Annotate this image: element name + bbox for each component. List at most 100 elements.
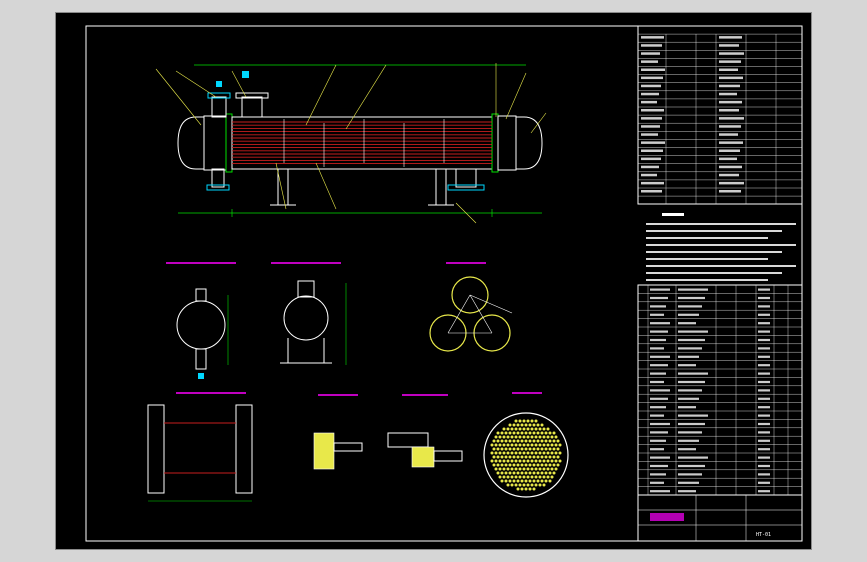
tube-hole: [498, 475, 502, 479]
parts-cell: [650, 364, 668, 367]
tube-hole: [508, 471, 512, 475]
tube-hole: [492, 455, 496, 459]
data-table-cell: [719, 117, 744, 120]
parts-cell: [758, 364, 770, 367]
tube-hole: [504, 471, 508, 475]
tube-hole: [506, 459, 510, 463]
baffles: [283, 119, 445, 167]
parts-cell: [678, 422, 705, 426]
data-table-cell: [641, 68, 665, 71]
tube-hole: [540, 447, 544, 451]
tube-hole: [508, 463, 512, 467]
tube-hole: [516, 439, 520, 443]
data-table-cell: [719, 173, 739, 177]
tube-hole: [514, 467, 518, 471]
tube-hole: [506, 443, 510, 447]
tube-hole: [522, 459, 526, 463]
tube-hole: [524, 431, 528, 435]
tube-hole: [508, 439, 512, 443]
tube-hole: [538, 435, 542, 439]
tube-hole: [544, 471, 548, 475]
tube-hole: [490, 443, 494, 447]
tube-hole: [526, 483, 530, 487]
technical-notes: [646, 213, 796, 281]
data-table-cell: [641, 76, 663, 80]
tube-hole: [544, 439, 548, 443]
tube-hole: [542, 459, 546, 463]
tube-hole: [542, 435, 546, 439]
tube-hole: [528, 471, 532, 475]
data-table-cell: [719, 181, 744, 185]
tube-hole: [540, 439, 544, 443]
data-table-cell: [641, 165, 659, 169]
parts-cell: [758, 448, 770, 451]
tube-hole: [512, 447, 516, 451]
tube-hole: [546, 435, 550, 439]
tube-hole: [542, 443, 546, 447]
data-table-grid: [638, 33, 802, 204]
tube-hole: [516, 455, 520, 459]
parts-cell: [650, 406, 666, 409]
parts-cell: [650, 397, 668, 400]
data-table-cell: [641, 109, 664, 112]
tube-hole: [550, 475, 554, 479]
tube-hole: [528, 487, 532, 491]
tube-hole: [512, 479, 516, 483]
tube-hole: [542, 427, 546, 431]
parts-cell: [650, 456, 670, 459]
tube-hole: [506, 451, 510, 455]
tube-hole: [556, 455, 560, 459]
parts-cell: [758, 431, 770, 434]
data-table-cell: [641, 84, 661, 88]
tube-hole: [504, 463, 508, 467]
parts-cell: [650, 389, 670, 392]
tube-hole: [548, 447, 552, 451]
tube-hole: [522, 451, 526, 455]
tube-hole: [502, 451, 506, 455]
tube-hole: [536, 463, 540, 467]
data-table-cell: [719, 76, 743, 80]
tube-hole: [546, 451, 550, 455]
tube-hole: [530, 475, 534, 479]
tube-pitch-lines: [447, 294, 513, 334]
data-table-cell: [719, 92, 737, 96]
tube-hole: [506, 483, 510, 487]
tube-hole: [504, 439, 508, 443]
parts-cell: [678, 364, 696, 367]
tube-hole: [552, 447, 556, 451]
tube-hole: [516, 431, 520, 435]
tube-hole: [514, 459, 518, 463]
tube-hole: [550, 443, 554, 447]
title-block-name: [650, 513, 684, 521]
tube-hole: [500, 471, 504, 475]
data-table-cell: [719, 141, 743, 144]
tube-hole: [540, 479, 544, 483]
tubesheet-detail: [483, 392, 569, 498]
tube-hole: [500, 479, 504, 483]
parts-cell: [678, 380, 705, 384]
tube-hole: [532, 463, 536, 467]
tube-hole: [498, 451, 502, 455]
tube-hole: [514, 443, 518, 447]
parts-cell: [758, 330, 770, 333]
tube-hole: [518, 483, 522, 487]
tube-hole: [520, 439, 524, 443]
parts-list-grid: [638, 285, 802, 496]
parts-cell: [678, 288, 708, 291]
tube-hole: [550, 451, 554, 455]
parts-cell: [678, 490, 696, 493]
tube-hole: [520, 423, 524, 427]
parts-cell: [678, 439, 699, 442]
parts-cell: [678, 347, 702, 350]
tube-hole: [510, 467, 514, 471]
section-b-nozzle: [297, 280, 315, 298]
cad-viewport[interactable]: HT-01: [55, 12, 812, 550]
tube-hole: [522, 475, 526, 479]
right-tubesheet: [491, 113, 499, 173]
tube-hole: [550, 435, 554, 439]
tube-hole: [524, 455, 528, 459]
tube-hole: [494, 443, 498, 447]
data-table-cell: [719, 190, 741, 193]
tube-hole: [548, 455, 552, 459]
section-a-a: [166, 262, 236, 379]
